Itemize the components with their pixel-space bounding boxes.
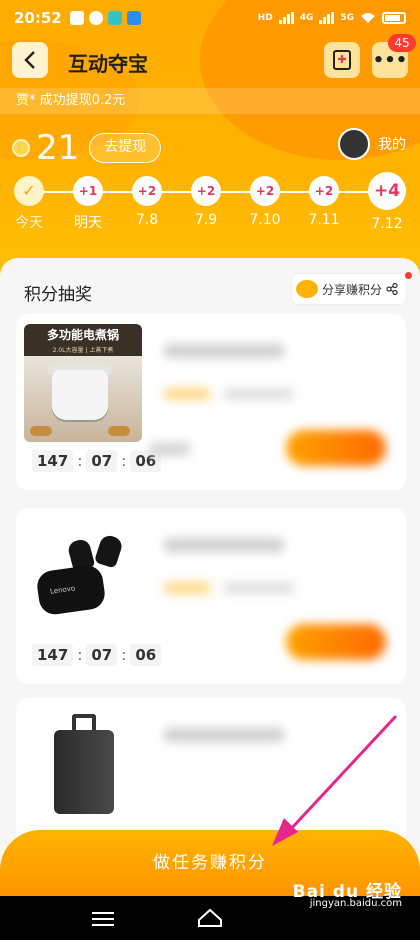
back-button[interactable] xyxy=(12,42,48,78)
product-card[interactable]: Lenovo 147: 07: 06 xyxy=(16,508,406,684)
checkin-reward: +2 xyxy=(191,176,221,206)
earbuds-photo: Lenovo xyxy=(24,518,142,636)
app-notification-icon xyxy=(69,11,84,25)
checkin-date: 今天 xyxy=(15,215,43,231)
checkin-day[interactable]: +2 7.11 xyxy=(308,176,340,228)
wifi-icon xyxy=(361,13,375,23)
watermark: Bai du 经验 jingyan.baidu.com xyxy=(292,882,402,910)
blurred-product-details xyxy=(150,314,406,490)
product-image-cooker: 多功能电煮锅 2.0L大容量 | 上蒸下煮 xyxy=(24,324,142,442)
page-title: 互动夺宝 xyxy=(68,52,148,76)
my-profile-link[interactable]: 我的 xyxy=(338,128,406,160)
checkin-date: 7.9 xyxy=(194,212,218,228)
product-image-earbuds: Lenovo xyxy=(24,518,142,636)
status-time: 20:52 xyxy=(14,9,62,27)
product-card[interactable]: 多功能电煮锅 2.0L大容量 | 上蒸下煮 147: 07: 06 xyxy=(16,314,406,490)
timer-minutes: 07 xyxy=(86,644,118,666)
product-image-luggage xyxy=(24,708,142,826)
favorite-button[interactable] xyxy=(324,42,360,78)
share-red-dot xyxy=(405,272,412,279)
signal-4g-icon xyxy=(278,12,294,24)
checkin-day[interactable]: +4 7.12 xyxy=(368,172,406,232)
checkin-date: 7.8 xyxy=(135,212,159,228)
share-icon xyxy=(386,283,398,295)
luggage-photo xyxy=(24,708,142,826)
checkin-day[interactable]: +2 7.8 xyxy=(132,176,162,228)
emoji-icon xyxy=(295,280,318,298)
countdown-timer: 147: 07: 06 xyxy=(32,450,162,472)
avatar xyxy=(338,128,370,160)
withdraw-button[interactable]: 去提现 xyxy=(89,133,162,163)
network-label-hd: HD xyxy=(257,13,273,23)
checkin-day[interactable]: ✓ 今天 xyxy=(14,176,44,232)
checkin-date: 7.12 xyxy=(371,216,403,232)
network-label-4g: 4G xyxy=(299,13,314,23)
checkin-reward: +4 xyxy=(368,172,406,210)
battery-icon xyxy=(382,12,406,24)
points-value: 21 xyxy=(36,128,80,168)
watermark-title: Bai du 经验 xyxy=(292,882,402,902)
blurred-product-details xyxy=(150,508,406,684)
share-earn-button[interactable]: 分享赚积分 xyxy=(291,274,406,304)
product-image-subcaption: 2.0L大容量 | 上蒸下煮 xyxy=(24,346,142,356)
timer-minutes: 07 xyxy=(86,450,118,472)
checkin-reward: +2 xyxy=(132,176,162,206)
blurred-action-button[interactable] xyxy=(286,624,386,660)
bookmark-plus-icon xyxy=(333,50,351,70)
lottery-section: 积分抽奖 分享赚积分 多功能电煮锅 2.0L大容量 | 上蒸下煮 147: 07… xyxy=(0,258,420,898)
blurred-action-button[interactable] xyxy=(286,430,386,466)
my-label: 我的 xyxy=(378,137,406,153)
network-label-5g: 5G xyxy=(340,13,354,23)
points-summary: 21 去提现 xyxy=(12,128,162,168)
more-dots-icon: ••• xyxy=(372,49,408,71)
timer-hours: 147 xyxy=(32,644,74,666)
coin-icon xyxy=(12,139,30,157)
timer-hours: 147 xyxy=(32,450,74,472)
home-icon[interactable] xyxy=(196,906,224,930)
checkin-reward: +1 xyxy=(73,176,103,206)
product-image-caption: 多功能电煮锅 xyxy=(24,324,142,346)
checkin-reward: +2 xyxy=(309,176,339,206)
status-bar: 20:52 HD 4G 5G xyxy=(0,0,420,36)
cooker-photo xyxy=(24,356,142,442)
checkin-check-icon: ✓ xyxy=(14,176,44,206)
section-title: 积分抽奖 xyxy=(24,285,92,305)
watermark-url: jingyan.baidu.com xyxy=(309,898,402,909)
checkin-day[interactable]: +1 明天 xyxy=(73,176,103,232)
notification-badge: 45 xyxy=(388,34,416,52)
countdown-timer: 147: 07: 06 xyxy=(32,644,162,666)
menu-icon[interactable] xyxy=(92,912,114,926)
checkin-date: 7.11 xyxy=(308,212,340,228)
checkin-day[interactable]: +2 7.9 xyxy=(191,176,221,228)
withdraw-ticker: 贾* 成功提现0.2元 xyxy=(0,88,420,114)
chat-notification-icon xyxy=(88,11,103,25)
share-label: 分享赚积分 xyxy=(321,282,382,297)
checkin-day[interactable]: +2 7.10 xyxy=(249,176,281,228)
signal-5g-icon xyxy=(319,12,335,24)
checkin-reward: +2 xyxy=(250,176,280,206)
tv-notification-icon xyxy=(107,11,122,25)
chevron-left-icon xyxy=(24,51,35,69)
top-bar: 互动夺宝 ••• 45 xyxy=(0,34,420,84)
checkin-date: 明天 xyxy=(74,215,102,231)
send-notification-icon xyxy=(126,11,141,25)
checkin-date: 7.10 xyxy=(249,212,281,228)
